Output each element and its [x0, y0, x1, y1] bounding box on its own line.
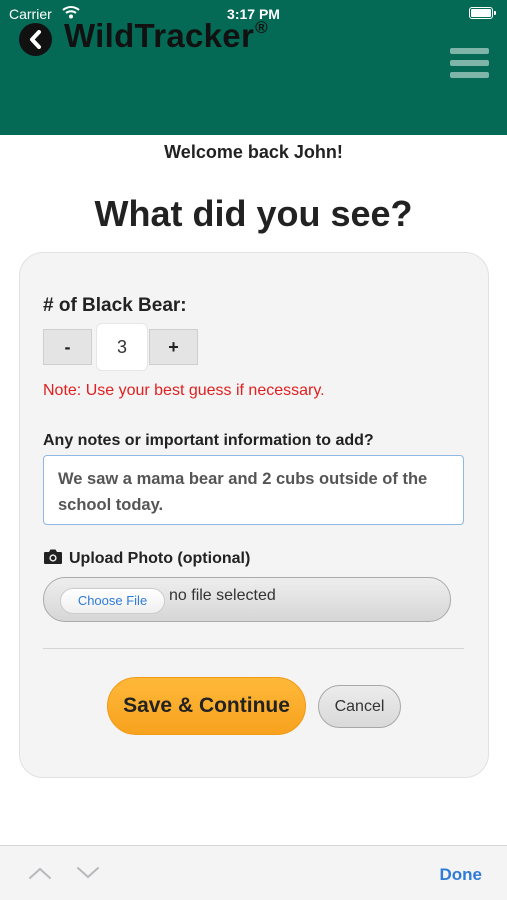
quantity-input[interactable]: 3: [96, 323, 148, 371]
chevron-up-icon[interactable]: [28, 866, 52, 885]
app-header: Carrier 3:17 PM WildTracker®: [0, 0, 507, 135]
guess-note: Note: Use your best guess if necessary.: [43, 382, 325, 399]
keyboard-accessory-bar: Done: [0, 845, 507, 900]
cancel-button[interactable]: Cancel: [318, 685, 401, 728]
back-arrow-icon[interactable]: [19, 23, 52, 56]
battery-icon: [469, 7, 496, 19]
choose-file-button[interactable]: Choose File: [60, 588, 165, 614]
notes-label: Any notes or important information to ad…: [43, 432, 374, 449]
no-file-text: no file selected: [169, 587, 276, 604]
brand-name: WildTracker: [64, 17, 255, 54]
upload-photo-text: Upload Photo (optional): [69, 550, 251, 567]
form-divider: [43, 648, 464, 649]
page-title: What did you see?: [94, 193, 413, 234]
save-continue-button[interactable]: Save & Continue: [107, 677, 306, 735]
notes-textarea[interactable]: We saw a mama bear and 2 cubs outside of…: [43, 455, 464, 525]
app-brand: WildTracker®: [64, 17, 268, 55]
welcome-message: Welcome back John!: [164, 142, 343, 162]
upload-photo-label: Upload Photo (optional): [43, 548, 250, 570]
increment-button[interactable]: +: [149, 329, 198, 365]
hamburger-menu-icon[interactable]: [450, 48, 489, 78]
decrement-button[interactable]: -: [43, 329, 92, 365]
chevron-down-icon[interactable]: [76, 866, 100, 885]
done-button[interactable]: Done: [440, 865, 483, 885]
camera-icon: [43, 548, 63, 570]
file-upload-field[interactable]: Choose File no file selected: [43, 577, 451, 622]
count-label: # of Black Bear:: [43, 295, 187, 316]
trademark-symbol: ®: [255, 18, 268, 37]
